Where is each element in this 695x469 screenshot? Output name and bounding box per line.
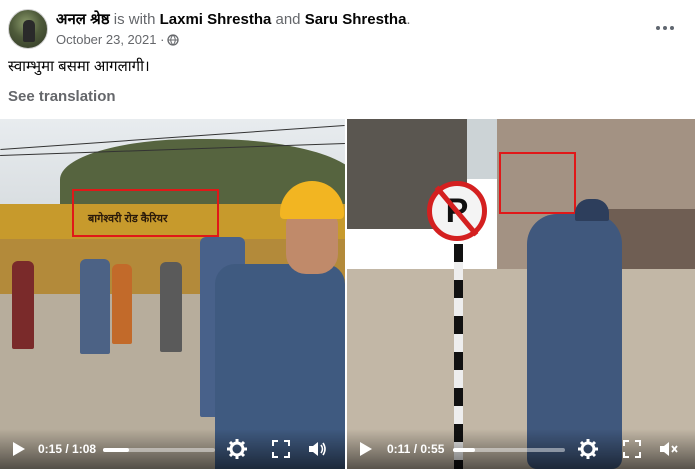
globe-icon xyxy=(167,33,180,46)
officer-face xyxy=(286,214,338,274)
period-text: . xyxy=(406,11,411,28)
video-right[interactable]: P 0:11 / 0:55 xyxy=(347,119,695,469)
volume-icon[interactable] xyxy=(306,438,328,460)
video-controls: 0:11 / 0:55 xyxy=(347,429,695,469)
video-time: 0:11 / 0:55 xyxy=(387,442,445,456)
bystander xyxy=(112,264,132,344)
tagged-person-1[interactable]: Laxmi Shrestha xyxy=(160,11,272,28)
play-icon[interactable] xyxy=(12,441,26,457)
progress-bar[interactable] xyxy=(453,448,565,452)
highlight-box xyxy=(499,152,576,214)
progress-bar[interactable] xyxy=(103,448,215,452)
fullscreen-icon[interactable] xyxy=(270,438,292,460)
progress-fill xyxy=(453,448,476,452)
post-header: अनल श्रेष्ठ is with Laxmi Shrestha and S… xyxy=(8,9,688,51)
video-left[interactable]: बागेश्वरी रोड कैरियर 0:15 / 1:08 xyxy=(0,119,345,469)
more-options-icon[interactable] xyxy=(654,19,676,37)
post-meta: October 23, 2021 · xyxy=(56,32,180,47)
post-text: स्वाम्भुमा बसमा आगलागी। xyxy=(8,58,150,75)
author-avatar[interactable] xyxy=(8,9,48,49)
and-text: and xyxy=(275,11,301,28)
post-date[interactable]: October 23, 2021 · xyxy=(56,32,164,47)
bystander xyxy=(80,259,110,354)
author-name[interactable]: अनल श्रेष्ठ xyxy=(56,11,110,28)
bystander xyxy=(12,261,34,349)
video-time: 0:15 / 1:08 xyxy=(38,442,97,456)
volume-muted-icon[interactable] xyxy=(657,438,679,460)
author-line: अनल श्रेष्ठ is with Laxmi Shrestha and S… xyxy=(56,11,411,29)
settings-icon[interactable] xyxy=(577,438,599,460)
settings-icon[interactable] xyxy=(226,438,248,460)
play-icon[interactable] xyxy=(359,441,373,457)
bystander xyxy=(160,262,182,352)
see-translation-link[interactable]: See translation xyxy=(8,88,116,105)
fullscreen-icon[interactable] xyxy=(621,438,643,460)
highlight-box xyxy=(72,189,219,237)
officer-cap xyxy=(575,199,609,221)
progress-fill xyxy=(103,448,129,452)
tagged-person-2[interactable]: Saru Shrestha xyxy=(305,11,407,28)
no-parking-sign: P xyxy=(427,181,487,241)
video-grid: बागेश्वरी रोड कैरियर 0:15 / 1:08 0:11 / … xyxy=(0,119,695,469)
video-controls: 0:15 / 1:08 xyxy=(0,429,345,469)
with-text: is with xyxy=(113,11,156,28)
